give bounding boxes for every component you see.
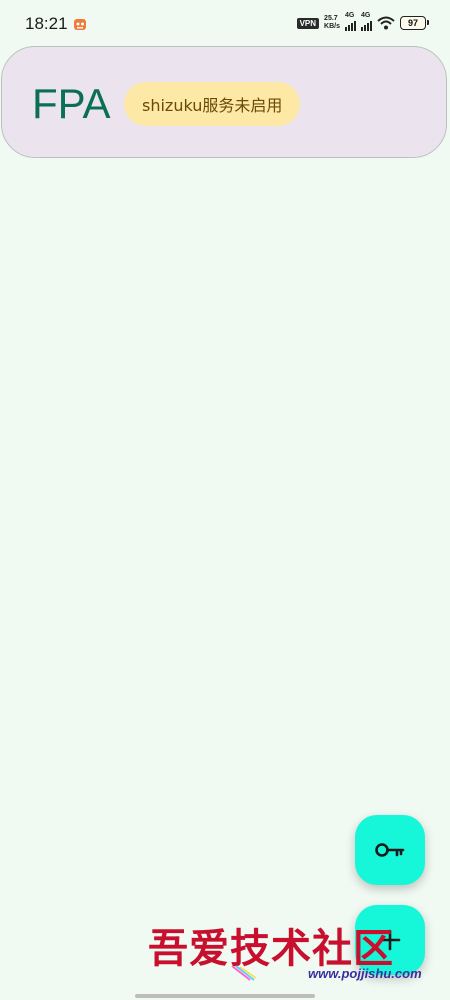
app-header-card: FPA shizuku服务未启用: [1, 46, 447, 158]
status-icons: VPN 25.7 KB/s 4G 4G 97: [296, 12, 429, 31]
vpn-badge: VPN: [296, 17, 320, 29]
watermark: 吾爱技术社区 www.pojjishu.com: [148, 916, 448, 986]
signal-sim1-icon: 4G: [345, 12, 356, 31]
shizuku-status-text: shizuku服务未启用: [142, 96, 283, 115]
watermark-swoosh: [231, 965, 257, 981]
watermark-url: www.pojjishu.com: [308, 966, 422, 981]
wifi-icon: [377, 16, 395, 30]
net-speed-unit: KB/s: [324, 23, 340, 30]
gesture-nav-handle[interactable]: [135, 994, 315, 998]
key-fab-button[interactable]: [355, 815, 425, 885]
notification-app-icon: [74, 19, 86, 30]
signal-sim2-icon: 4G: [361, 12, 372, 31]
shizuku-status-chip[interactable]: shizuku服务未启用: [124, 82, 301, 126]
clock: 18:21: [25, 14, 68, 33]
net-speed-value: 25.7: [324, 15, 338, 22]
app-title: FPA: [32, 80, 111, 127]
status-bar: 18:21 VPN 25.7 KB/s 4G 4G 97: [0, 0, 450, 48]
sim1-label: 4G: [345, 12, 355, 19]
battery-level: 97: [407, 18, 418, 28]
battery-icon: 97: [400, 16, 429, 30]
net-speed: 25.7 KB/s: [324, 15, 340, 31]
sim2-label: 4G: [361, 12, 371, 19]
key-icon: [375, 843, 405, 857]
